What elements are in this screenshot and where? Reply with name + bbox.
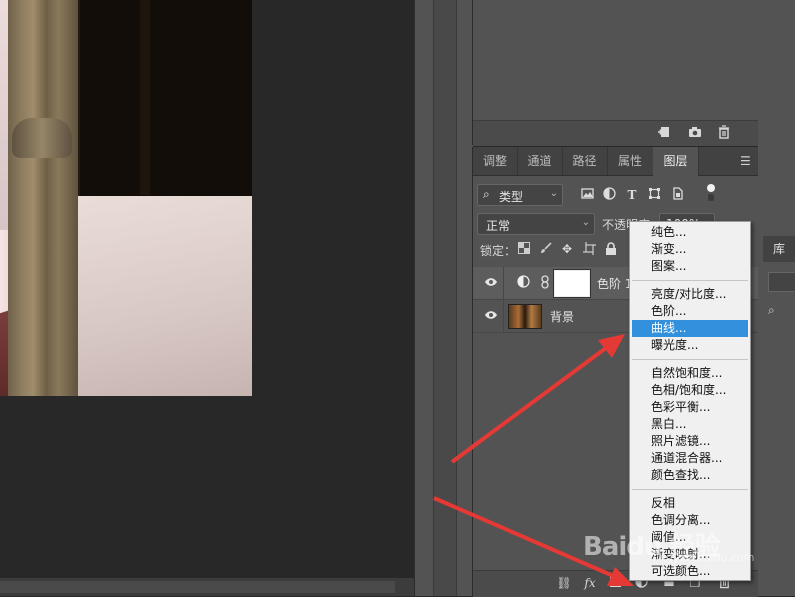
- lock-label: 锁定：: [480, 244, 517, 258]
- menu-item-vibrance[interactable]: 自然饱和度...: [632, 365, 748, 382]
- trash-icon[interactable]: [716, 125, 732, 141]
- menu-item-color-lookup[interactable]: 颜色查找...: [632, 467, 748, 484]
- lock-transparent-icon[interactable]: [516, 242, 532, 258]
- panel-tab-bar: 调整 通道 路径 属性 图层 ☰: [473, 147, 758, 176]
- filter-pixel-icon[interactable]: [579, 187, 595, 203]
- filter-type-icon[interactable]: T: [624, 187, 640, 203]
- menu-item-gradient-map[interactable]: 渐变映射...: [632, 546, 748, 563]
- filter-adjustment-icon[interactable]: [601, 187, 617, 203]
- lock-move-icon[interactable]: ✥: [559, 241, 575, 257]
- menu-item-curves[interactable]: 曲线...: [632, 320, 748, 337]
- blend-mode-select[interactable]: 正常 ⌄: [477, 213, 595, 235]
- filter-smart-object-icon[interactable]: [669, 187, 685, 203]
- filter-toggle-icon[interactable]: [703, 184, 719, 201]
- camera-icon[interactable]: [687, 125, 703, 141]
- filter-kind-label: 类型: [499, 190, 524, 204]
- lock-brush-icon[interactable]: [538, 242, 554, 258]
- menu-item-exposure[interactable]: 曝光度...: [632, 337, 748, 354]
- menu-item-photo-filter[interactable]: 照片滤镜...: [632, 433, 748, 450]
- adjustment-layer-menu: 纯色... 渐变... 图案... 亮度/对比度... 色阶... 曲线... …: [629, 221, 751, 581]
- menu-item-solid-color[interactable]: 纯色...: [632, 224, 748, 241]
- menu-item-threshold[interactable]: 阈值...: [632, 529, 748, 546]
- eye-icon[interactable]: [483, 308, 499, 324]
- menu-item-invert[interactable]: 反相: [632, 495, 748, 512]
- panel-menu-icon[interactable]: ☰: [740, 155, 752, 167]
- adjustment-layer-icon: [515, 275, 531, 291]
- photo-image: [0, 0, 252, 396]
- filter-shape-icon[interactable]: [646, 187, 662, 203]
- tab-paths[interactable]: 路径: [562, 147, 608, 175]
- new-snapshot-icon[interactable]: [656, 125, 672, 141]
- document-canvas[interactable]: [0, 0, 414, 578]
- search-icon: ⌕: [483, 187, 490, 201]
- horizontal-scrollbar[interactable]: [0, 578, 414, 596]
- menu-item-black-white[interactable]: 黑白...: [632, 416, 748, 433]
- menu-item-gradient[interactable]: 渐变...: [632, 241, 748, 258]
- menu-item-color-balance[interactable]: 色彩平衡...: [632, 399, 748, 416]
- layer-thumbnail[interactable]: [508, 304, 542, 329]
- upper-panel: [472, 0, 758, 146]
- layer-name[interactable]: 色阶 1: [597, 275, 632, 292]
- menu-separator: [632, 280, 748, 281]
- menu-item-selective-color[interactable]: 可选颜色...: [632, 563, 748, 580]
- layer-mask-thumbnail[interactable]: [554, 270, 590, 297]
- menu-separator: [632, 359, 748, 360]
- chevron-down-icon: ⌄: [549, 188, 558, 199]
- panel-dock-right: [757, 0, 795, 596]
- layer-name[interactable]: 背景: [550, 308, 574, 325]
- add-mask-icon[interactable]: [607, 575, 623, 591]
- tab-channels[interactable]: 通道: [517, 147, 563, 175]
- menu-separator: [632, 489, 748, 490]
- menu-item-channel-mixer[interactable]: 通道混合器...: [632, 450, 748, 467]
- link-chain-icon[interactable]: [537, 275, 553, 291]
- fx-icon[interactable]: fx: [582, 575, 598, 591]
- panel-dock-collapsed: [414, 0, 473, 596]
- scrollbar-thumb[interactable]: [0, 581, 395, 593]
- tab-library[interactable]: 库: [763, 236, 795, 262]
- menu-item-brightness-contrast[interactable]: 亮度/对比度...: [632, 286, 748, 303]
- lock-all-icon[interactable]: [603, 242, 619, 258]
- menu-item-pattern[interactable]: 图案...: [632, 258, 748, 275]
- library-select[interactable]: [768, 272, 795, 292]
- menu-item-posterize[interactable]: 色调分离...: [632, 512, 748, 529]
- menu-item-levels[interactable]: 色阶...: [632, 303, 748, 320]
- search-icon[interactable]: ⌕: [768, 303, 782, 317]
- menu-item-hue-saturation[interactable]: 色相/饱和度...: [632, 382, 748, 399]
- layer-filter-select[interactable]: ⌕ 类型 ⌄: [477, 184, 563, 206]
- tab-adjustments[interactable]: 调整: [473, 147, 518, 175]
- chevron-down-icon: ⌄: [581, 217, 590, 228]
- tab-properties[interactable]: 属性: [607, 147, 654, 175]
- tab-layers[interactable]: 图层: [653, 147, 699, 176]
- blend-mode-value: 正常: [486, 219, 511, 233]
- lock-artboard-icon[interactable]: [581, 242, 597, 258]
- eye-icon[interactable]: [483, 275, 499, 291]
- link-layers-icon[interactable]: ⛓: [556, 575, 572, 591]
